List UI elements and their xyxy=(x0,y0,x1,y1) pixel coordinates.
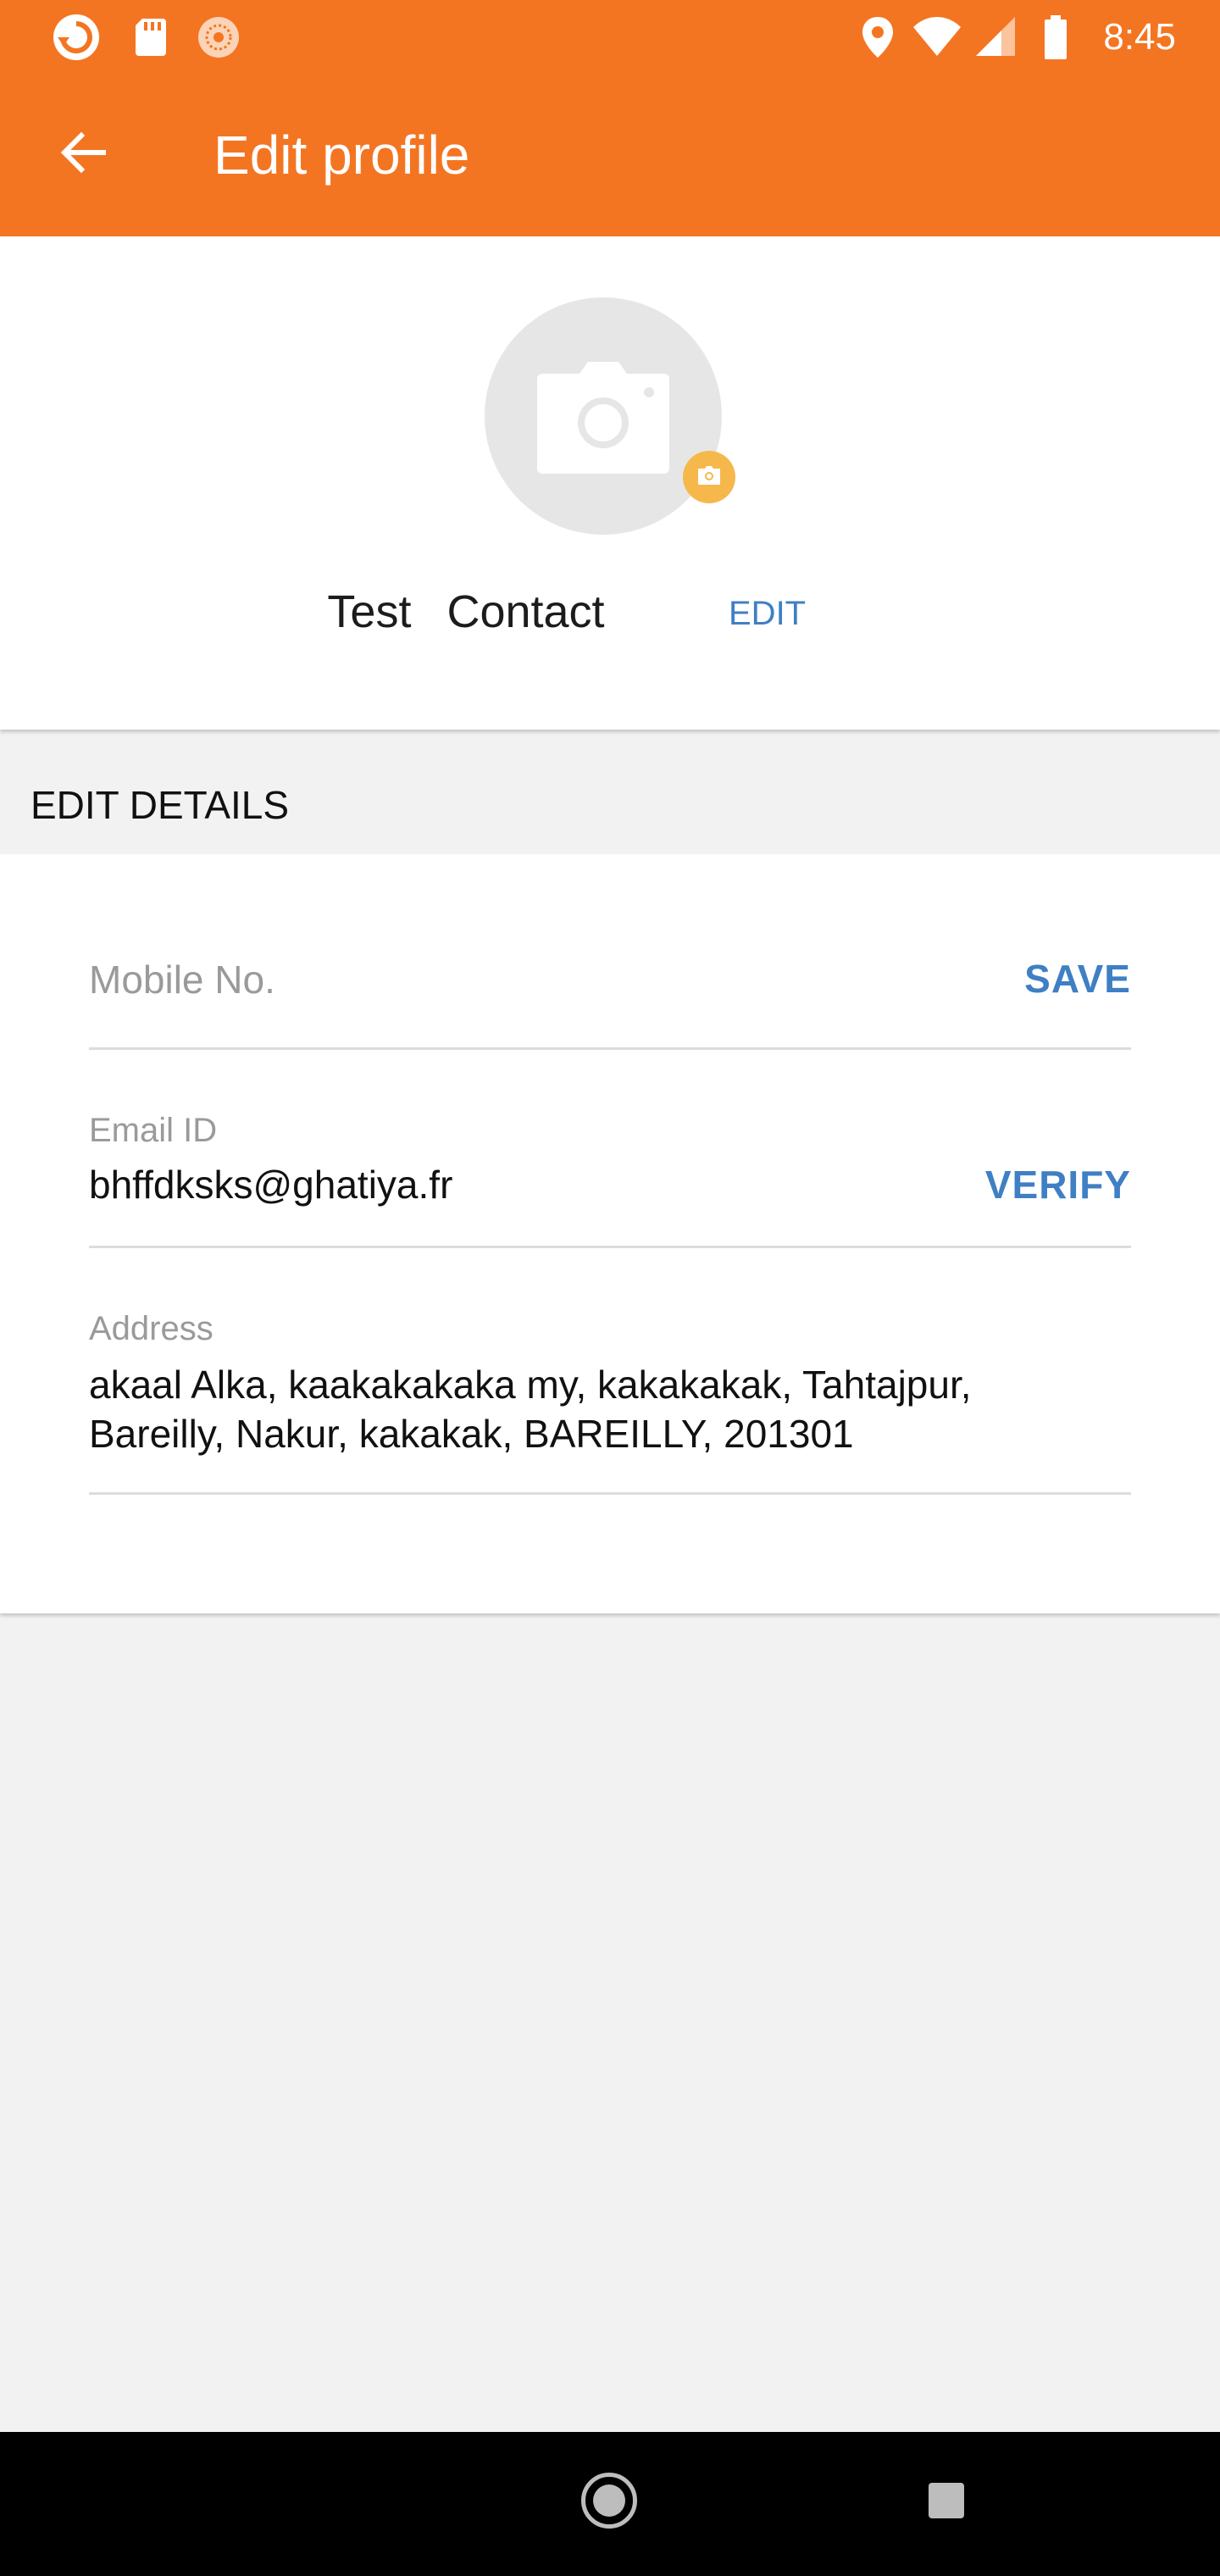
home-circle-icon xyxy=(593,2484,625,2517)
camera-small-icon xyxy=(698,465,720,489)
arrow-left-icon xyxy=(56,125,110,184)
status-time: 8:45 xyxy=(1103,16,1176,58)
address-line-1[interactable]: akaal Alka, kaakakakaka my, kakakakak, T… xyxy=(89,1361,972,1408)
profile-name: Test Contact xyxy=(327,586,605,637)
app-header: 8:45 Edit profile xyxy=(0,0,1220,236)
address-label: Address xyxy=(89,1310,214,1347)
avatar[interactable] xyxy=(485,297,722,535)
app-refresh-icon xyxy=(51,12,102,63)
page-title: Edit profile xyxy=(214,125,470,186)
address-line-2[interactable]: Bareilly, Nakur, kakakak, BAREILLY, 2013… xyxy=(89,1410,854,1457)
system-nav-bar xyxy=(0,2432,1220,2576)
location-icon xyxy=(852,12,903,63)
profile-card: Test Contact EDIT xyxy=(0,236,1220,730)
recents-button[interactable] xyxy=(929,2483,964,2518)
edit-name-button[interactable]: EDIT xyxy=(729,588,806,639)
sd-card-icon xyxy=(125,12,176,63)
section-title: EDIT DETAILS xyxy=(30,783,290,827)
camera-icon xyxy=(537,358,669,478)
status-bar: 8:45 xyxy=(0,0,1220,75)
address-underline xyxy=(89,1492,1131,1495)
home-button[interactable] xyxy=(581,2473,637,2529)
sun-icon xyxy=(193,12,244,63)
details-card: SAVE Email ID bhffdksks@ghatiya.fr VERIF… xyxy=(0,854,1220,1613)
signal-icon xyxy=(971,12,1022,63)
change-photo-button[interactable] xyxy=(683,451,735,503)
back-button[interactable] xyxy=(49,115,117,193)
battery-icon xyxy=(1030,12,1081,63)
wifi-icon xyxy=(912,12,962,63)
address-field-group: Address akaal Alka, kaakakakaka my, kaka… xyxy=(89,854,1131,1515)
